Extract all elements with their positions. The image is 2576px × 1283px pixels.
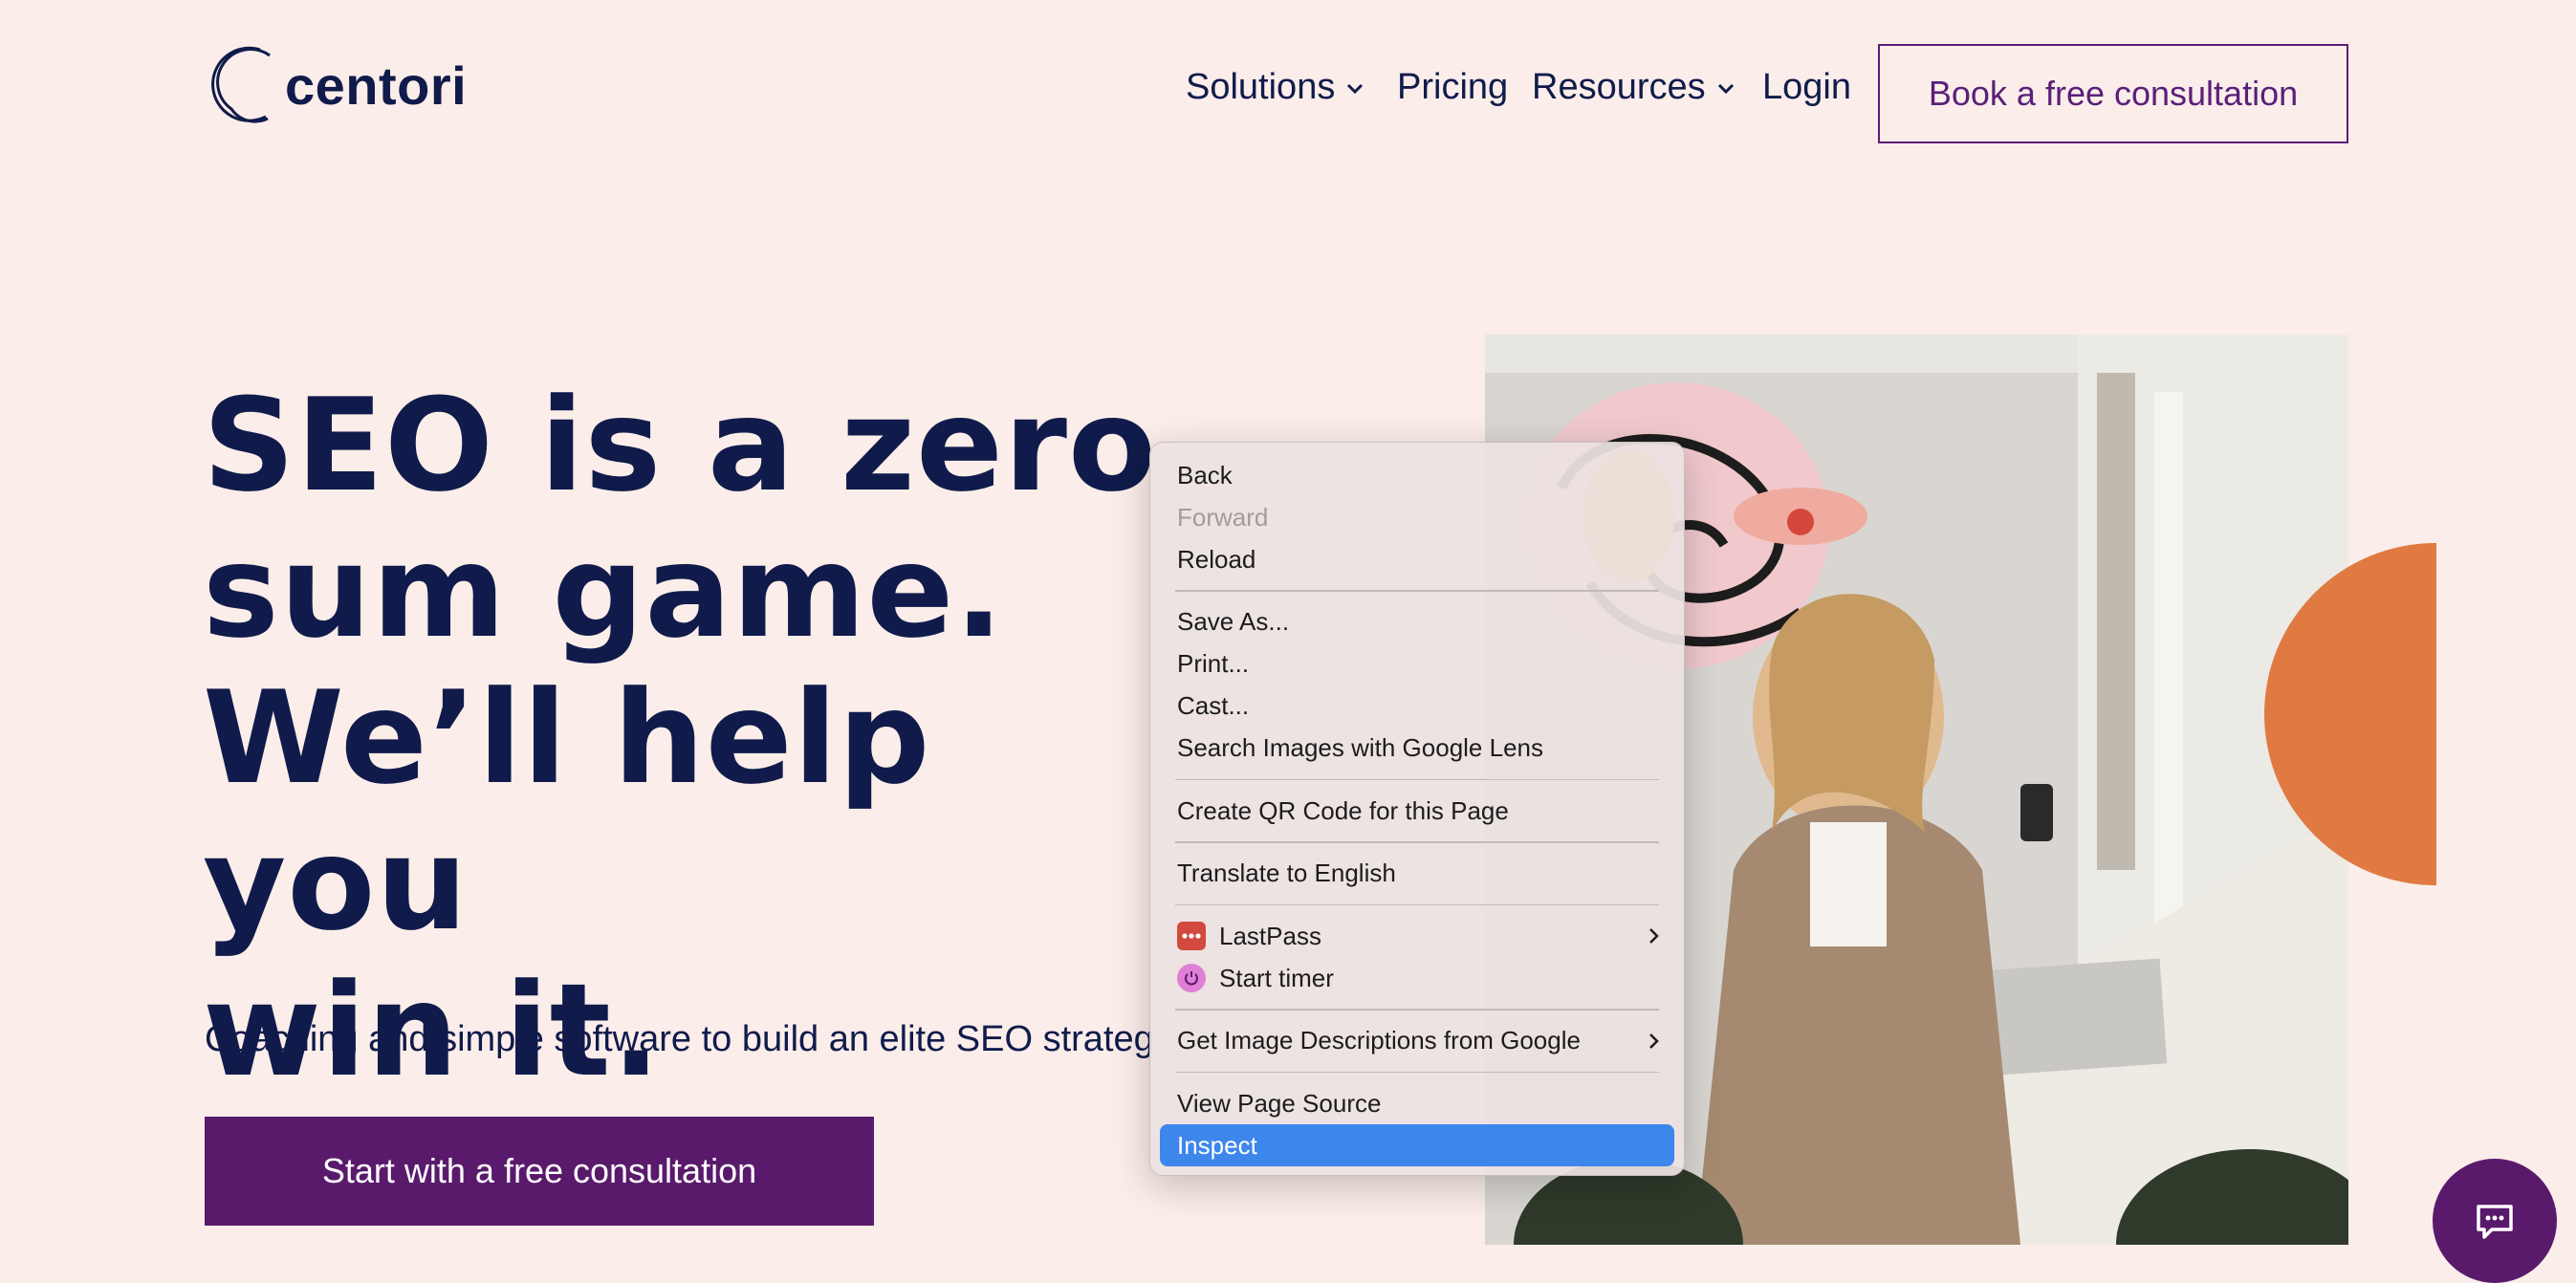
menu-item-back[interactable]: Back: [1150, 454, 1684, 496]
chevron-down-icon: [1347, 83, 1364, 94]
menu-item-label: View Page Source: [1177, 1088, 1382, 1118]
start-consultation-label: Start with a free consultation: [321, 1151, 757, 1190]
menu-separator: [1175, 841, 1659, 843]
menu-separator: [1175, 778, 1659, 780]
menu-item-label: Translate to English: [1177, 859, 1396, 887]
menu-item-reload[interactable]: Reload: [1150, 538, 1684, 580]
nav-pricing-label: Pricing: [1397, 67, 1509, 107]
menu-item-lastpass[interactable]: LastPass: [1150, 915, 1684, 957]
nav-resources[interactable]: Resources: [1532, 67, 1736, 108]
menu-separator: [1175, 1009, 1659, 1011]
menu-item-label: Save As...: [1177, 607, 1290, 636]
book-consultation-label: Book a free consultation: [1928, 74, 2299, 113]
menu-item-label: Create QR Code for this Page: [1177, 795, 1509, 825]
nav-resources-label: Resources: [1532, 67, 1706, 107]
menu-item-cast[interactable]: Cast...: [1150, 685, 1684, 728]
chevron-down-icon: [1717, 83, 1734, 94]
menu-item-forward: Forward: [1150, 496, 1684, 538]
chevron-right-icon: [1648, 915, 1661, 957]
centori-logo-icon: [211, 46, 271, 123]
menu-item-label: Search Images with Google Lens: [1177, 733, 1543, 762]
menu-item-start-timer[interactable]: Start timer: [1150, 957, 1684, 999]
menu-item-google-lens[interactable]: Search Images with Google Lens: [1150, 728, 1684, 770]
nav-solutions-label: Solutions: [1186, 67, 1336, 107]
brand-logo[interactable]: centori: [203, 42, 467, 128]
menu-item-print[interactable]: Print...: [1150, 643, 1684, 685]
menu-item-label: Inspect: [1177, 1130, 1257, 1160]
nav-login[interactable]: Login: [1762, 67, 1851, 108]
menu-item-label: Forward: [1177, 502, 1269, 532]
menu-item-image-descriptions[interactable]: Get Image Descriptions from Google: [1150, 1020, 1684, 1062]
menu-item-label: LastPass: [1219, 921, 1321, 950]
menu-separator: [1175, 903, 1659, 905]
menu-item-label: Print...: [1177, 649, 1250, 678]
chat-button[interactable]: [2433, 1159, 2557, 1283]
menu-item-inspect[interactable]: Inspect: [1160, 1124, 1674, 1166]
menu-item-translate[interactable]: Translate to English: [1150, 853, 1684, 895]
menu-item-qr-code[interactable]: Create QR Code for this Page: [1150, 790, 1684, 832]
menu-item-label: Get Image Descriptions from Google: [1177, 1026, 1581, 1055]
start-consultation-button[interactable]: Start with a free consultation: [205, 1117, 874, 1226]
hero-title-line: We’ll help you: [203, 663, 931, 959]
menu-item-label: Start timer: [1219, 963, 1334, 992]
chevron-right-icon: [1648, 1020, 1661, 1062]
book-consultation-button[interactable]: Book a free consultation: [1878, 44, 2348, 143]
menu-item-label: Back: [1177, 460, 1233, 489]
hero-title-line: SEO is a zero: [203, 371, 1158, 520]
menu-item-save-as[interactable]: Save As...: [1150, 601, 1684, 643]
menu-separator: [1175, 590, 1659, 592]
nav-login-label: Login: [1762, 67, 1851, 107]
lastpass-icon: [1177, 922, 1206, 950]
hero-subtitle: Coaching and simple software to build an…: [205, 1019, 1154, 1059]
chat-icon: [2477, 1205, 2513, 1239]
hero-title-line: sum game.: [203, 517, 1005, 666]
menu-item-label: Reload: [1177, 544, 1256, 574]
menu-item-label: Cast...: [1177, 691, 1250, 720]
hero-title: SEO is a zero sum game. We’ll help you w…: [203, 373, 1159, 1104]
context-menu[interactable]: Back Forward Reload Save As... Print... …: [1149, 442, 1685, 1176]
brand-name: centori: [285, 54, 468, 116]
nav-pricing[interactable]: Pricing: [1397, 67, 1508, 108]
nav-solutions[interactable]: Solutions: [1186, 67, 1365, 108]
menu-separator: [1175, 1071, 1659, 1073]
timer-icon: [1177, 964, 1206, 992]
menu-item-view-source[interactable]: View Page Source: [1150, 1082, 1684, 1124]
